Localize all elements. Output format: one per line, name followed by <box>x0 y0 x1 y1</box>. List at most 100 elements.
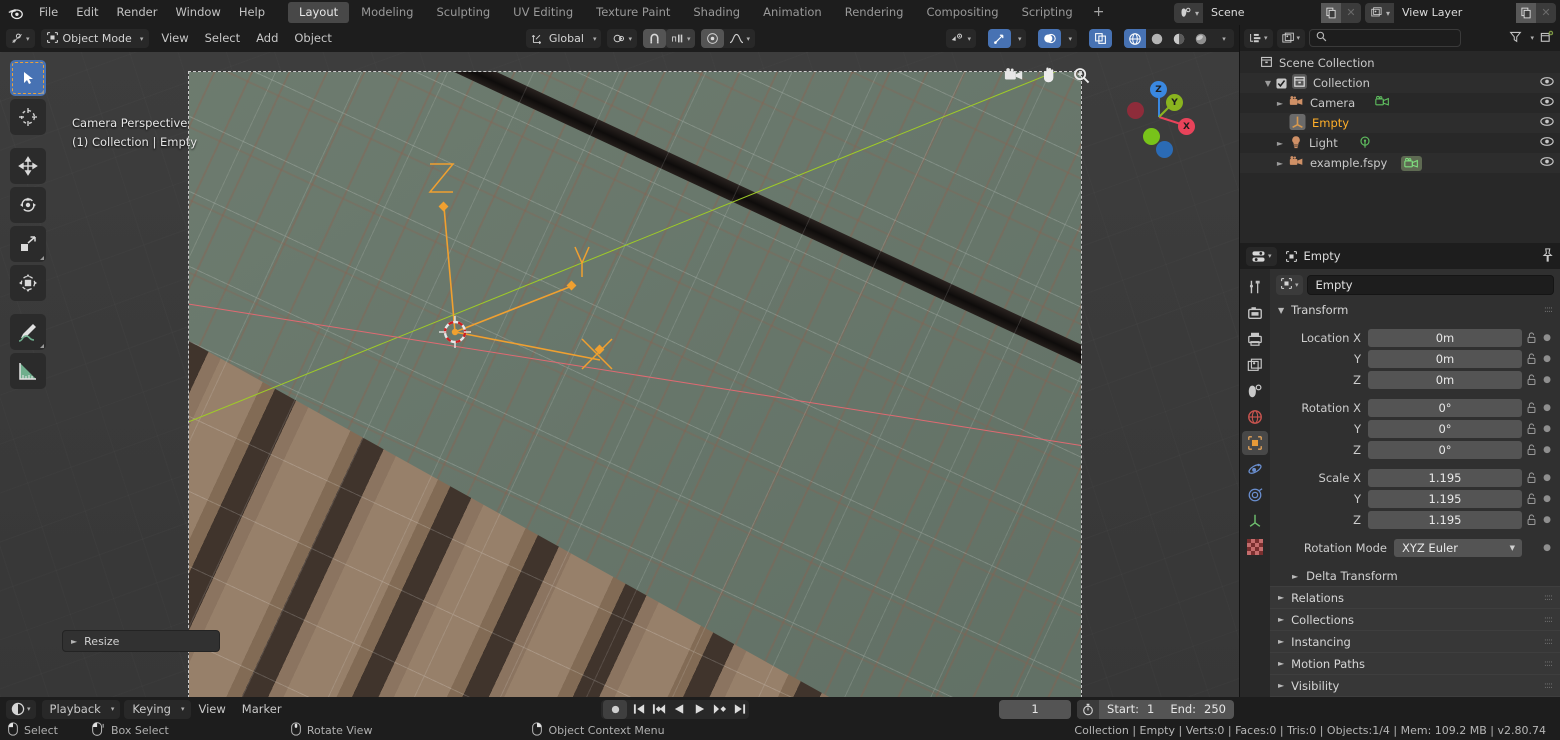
panel-collections[interactable]: ► Collections :::: <box>1270 608 1560 630</box>
object-name-field[interactable]: Empty <box>1306 275 1554 295</box>
tab-modeling[interactable]: Modeling <box>350 2 424 23</box>
panel-instancing[interactable]: ► Instancing :::: <box>1270 630 1560 652</box>
scale-y-value[interactable]: 1.195 <box>1368 490 1522 508</box>
location-x-value[interactable]: 0m <box>1368 329 1522 347</box>
tab-rendering[interactable]: Rendering <box>834 2 915 23</box>
transform-panel-header[interactable]: ▼ Transform :::: <box>1270 299 1560 321</box>
play-icon[interactable] <box>689 700 709 719</box>
new-collection-icon[interactable] <box>1540 30 1554 46</box>
overlays-chevron-down-icon[interactable]: ▾ <box>1061 29 1077 48</box>
timeline-editor[interactable]: ▾ Playback ▾ Keying ▾ View Marker 1 Star… <box>0 697 1240 721</box>
move-tool[interactable] <box>10 148 46 184</box>
unlink-scene-icon[interactable]: ✕ <box>1340 2 1361 23</box>
object-mode-selector[interactable]: Object Mode ▾ <box>40 29 150 48</box>
frame-start[interactable]: Start: 1 <box>1099 700 1162 719</box>
new-view-layer-icon[interactable] <box>1516 2 1536 23</box>
properties-tab-object-data[interactable] <box>1242 509 1268 533</box>
timeline-menu-view[interactable]: View <box>191 700 234 719</box>
xray-toggle[interactable] <box>1089 29 1112 48</box>
lock-icon[interactable] <box>1522 493 1540 505</box>
outliner-row-empty[interactable]: Empty <box>1240 113 1560 133</box>
gizmo-axis-neg-z[interactable] <box>1156 141 1173 158</box>
light-data-green-icon[interactable] <box>1358 135 1372 152</box>
properties-tab-texture[interactable] <box>1242 535 1268 559</box>
transform-tool[interactable] <box>10 265 46 301</box>
filter-id-icon[interactable]: ▾ <box>1277 29 1306 48</box>
properties-editor-type[interactable]: ▾ <box>1246 246 1277 266</box>
rotation-x-value[interactable]: 0° <box>1368 399 1522 417</box>
new-scene-icon[interactable] <box>1320 2 1341 23</box>
gizmo-chevron-down-icon[interactable]: ▾ <box>1011 29 1027 48</box>
animate-property-icon[interactable]: ● <box>1540 473 1554 483</box>
lock-icon[interactable] <box>1522 514 1540 526</box>
view-axis-gizmo[interactable]: Z Y X <box>1116 74 1202 160</box>
magnet-icon[interactable] <box>642 29 666 48</box>
play-reverse-icon[interactable] <box>669 700 689 719</box>
camera-view-icon[interactable] <box>1004 67 1024 86</box>
outliner-display-mode[interactable]: ▾ <box>1244 28 1273 48</box>
lock-icon[interactable] <box>1522 423 1540 435</box>
snapping-controls[interactable]: ▾ <box>642 29 696 48</box>
gizmo-axis-neg-y[interactable] <box>1143 128 1160 145</box>
hand-pan-icon[interactable] <box>1040 66 1057 87</box>
prev-keyframe-icon[interactable] <box>649 700 669 719</box>
editor-type-3dview-icon[interactable]: ▾ <box>6 29 35 48</box>
outliner-filter-id[interactable]: ▾ <box>1276 28 1306 48</box>
pivot-point-selector[interactable]: ▾ <box>607 29 637 48</box>
viewport-menu-view[interactable]: View <box>153 29 196 48</box>
gizmo-axis-z[interactable]: Z <box>1150 81 1167 98</box>
disclosure-triangle-right-icon[interactable]: ► <box>1274 99 1286 108</box>
editor-type-selector[interactable]: ▾ <box>6 29 35 48</box>
redo-panel[interactable]: ► Resize <box>62 630 220 652</box>
location-z-value[interactable]: 0m <box>1368 371 1522 389</box>
visibility-controls[interactable]: ▾ <box>946 29 976 48</box>
smooth-falloff-icon[interactable]: ▾ <box>724 29 755 48</box>
timeline-playback-menu[interactable]: Playback ▾ <box>41 699 121 719</box>
outliner-editor[interactable]: ▾ ▾ ▾ Scene Collection ▼ Collection ► Ca… <box>1240 25 1560 243</box>
overlays-controls[interactable]: ▾ <box>1038 29 1077 48</box>
pivot-point-icon[interactable]: ▾ <box>607 29 637 48</box>
outliner-display-mode-icon[interactable]: ▾ <box>1244 29 1273 48</box>
scene-name[interactable]: Scene <box>1202 2 1321 23</box>
orientation-icon[interactable]: Global ▾ <box>526 29 602 48</box>
properties-tab-object[interactable] <box>1242 431 1268 455</box>
rotation-mode-dropdown[interactable]: XYZ Euler ▼ <box>1394 539 1522 557</box>
viewport-menu-add[interactable]: Add <box>248 29 286 48</box>
menu-help[interactable]: Help <box>230 0 274 25</box>
animate-property-icon[interactable]: ● <box>1540 515 1554 525</box>
3d-viewport[interactable]: Camera Perspective (1) Collection | Empt… <box>0 52 1240 697</box>
tab-uv-editing[interactable]: UV Editing <box>502 2 584 23</box>
next-keyframe-icon[interactable] <box>709 700 729 719</box>
empty-object-axes[interactable] <box>400 147 660 407</box>
jump-end-icon[interactable] <box>729 700 749 719</box>
properties-tab-scene[interactable] <box>1242 379 1268 403</box>
lock-icon[interactable] <box>1522 402 1540 414</box>
outliner-row-scene-collection[interactable]: Scene Collection <box>1240 53 1560 73</box>
camera-data-green-icon[interactable] <box>1375 95 1390 111</box>
record-keyframe-icon[interactable] <box>603 699 628 719</box>
panel-relations[interactable]: ► Relations :::: <box>1270 586 1560 608</box>
frame-range-controls[interactable]: Start: 1 End: 250 <box>1077 699 1234 719</box>
disclosure-triangle-right-icon[interactable]: ► <box>1274 159 1286 168</box>
outliner-row-example-fspy[interactable]: ► example.fspy <box>1240 153 1560 173</box>
viewport-menu-object[interactable]: Object <box>286 29 339 48</box>
zoom-magnifier-icon[interactable] <box>1073 67 1090 87</box>
scale-z-value[interactable]: 1.195 <box>1368 511 1522 529</box>
view-layer-name[interactable]: View Layer <box>1394 2 1516 23</box>
properties-tab-output[interactable] <box>1242 327 1268 351</box>
camera-data-green-icon[interactable] <box>1401 155 1423 171</box>
material-preview-shading-icon[interactable] <box>1168 29 1190 48</box>
menu-file[interactable]: File <box>30 0 67 25</box>
lock-icon[interactable] <box>1522 332 1540 344</box>
tab-scripting[interactable]: Scripting <box>1011 2 1084 23</box>
animate-property-icon[interactable]: ● <box>1540 333 1554 343</box>
visibility-eye-icon[interactable] <box>1540 76 1554 90</box>
properties-tab-render[interactable] <box>1242 301 1268 325</box>
lock-icon[interactable] <box>1522 374 1540 386</box>
animate-property-icon[interactable]: ● <box>1540 354 1554 364</box>
animate-property-icon[interactable]: ● <box>1540 445 1554 455</box>
properties-tab-view-layer[interactable] <box>1242 353 1268 377</box>
add-workspace-button[interactable]: + <box>1085 2 1113 23</box>
outliner-row-camera[interactable]: ► Camera <box>1240 93 1560 113</box>
properties-editor-icon[interactable]: ▾ <box>1246 247 1277 266</box>
